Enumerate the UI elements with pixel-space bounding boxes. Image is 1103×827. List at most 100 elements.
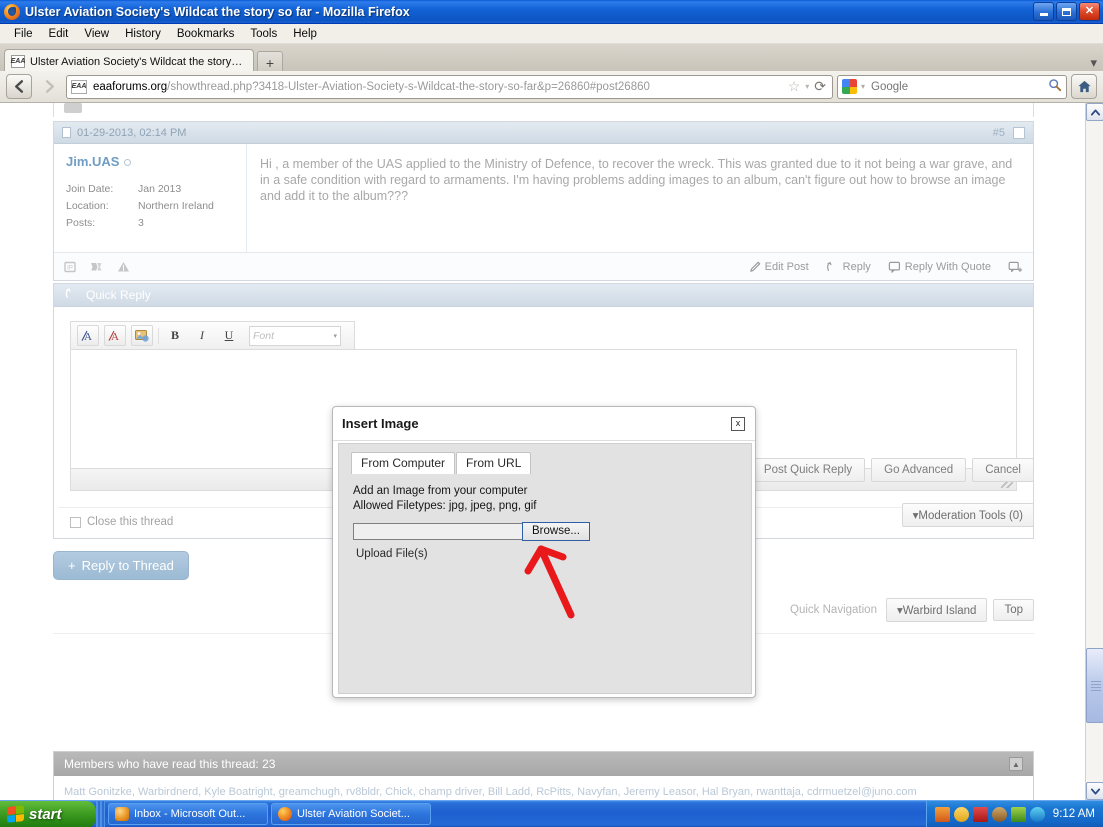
editor-toolbar: A A B I U Font ▾ xyxy=(70,321,355,349)
search-icon[interactable] xyxy=(1048,78,1062,95)
file-upload-row: Browse... xyxy=(353,521,737,541)
quick-reply-header: Quick Reply xyxy=(54,284,1033,307)
firefox-icon xyxy=(278,807,292,821)
forum-select-button[interactable]: ▾Warbird Island xyxy=(885,598,988,622)
moderation-tools-button[interactable]: ▾Moderation Tools (0) xyxy=(901,503,1034,527)
toolbar-separator xyxy=(158,327,159,344)
post-actions: Edit Post Reply Reply With Quote xyxy=(749,261,1023,273)
dialog-filetypes-line: Allowed Filetypes: jpg, jpeg, png, gif xyxy=(353,499,537,512)
menu-item-bookmarks[interactable]: Bookmarks xyxy=(169,26,243,42)
collapse-icon[interactable]: ▲ xyxy=(1009,757,1023,771)
top-button[interactable]: Top xyxy=(993,599,1034,621)
menu-item-edit[interactable]: Edit xyxy=(41,26,77,42)
bookmark-star-icon[interactable]: ☆ xyxy=(788,78,801,95)
taskbar-item-outlook[interactable]: Inbox - Microsoft Out... xyxy=(108,803,268,825)
tab-favicon-icon: EAA xyxy=(11,55,25,68)
file-path-input[interactable] xyxy=(353,522,523,540)
italic-button[interactable]: I xyxy=(191,325,213,346)
update-icon[interactable] xyxy=(953,806,969,822)
menu-item-history[interactable]: History xyxy=(117,26,169,42)
font-color-icon[interactable]: A xyxy=(104,325,126,346)
reply-button[interactable]: Reply xyxy=(826,261,871,273)
reply-with-quote-button[interactable]: Reply With Quote xyxy=(888,261,991,273)
java-icon[interactable] xyxy=(991,806,1007,822)
post-quick-reply-button[interactable]: Post Quick Reply xyxy=(750,458,866,482)
start-label: start xyxy=(29,805,62,823)
upload-files-label[interactable]: Upload File(s) xyxy=(356,548,737,560)
svg-text:IP: IP xyxy=(67,265,73,271)
url-text: eaaforums.org/showthread.php?3418-Ulster… xyxy=(93,81,782,93)
google-icon xyxy=(842,79,857,94)
multiquote-button[interactable] xyxy=(1008,261,1023,273)
font-family-value: Font xyxy=(253,329,275,342)
field-key: Posts: xyxy=(66,217,96,229)
url-bar[interactable]: EAA eaaforums.org/showthread.php?3418-Ul… xyxy=(66,74,833,99)
reload-icon[interactable]: ⟳ xyxy=(814,78,826,95)
insert-image-icon[interactable] xyxy=(131,325,153,346)
underline-button[interactable]: U xyxy=(218,325,240,346)
menu-item-help[interactable]: Help xyxy=(285,26,325,42)
taskbar-clock[interactable]: 9:12 AM xyxy=(1053,808,1095,820)
sync-icon[interactable] xyxy=(1029,806,1045,822)
window-titlebar: Ulster Aviation Society's Wildcat the st… xyxy=(0,0,1103,24)
new-tab-button[interactable]: + xyxy=(257,51,283,73)
tab-from-computer[interactable]: From Computer xyxy=(351,452,456,474)
browser-tab[interactable]: EAA Ulster Aviation Society's Wildcat th… xyxy=(4,49,254,73)
warning-icon[interactable] xyxy=(117,261,130,273)
search-bar[interactable]: ▾ xyxy=(837,74,1067,99)
font-family-select[interactable]: Font ▾ xyxy=(249,325,341,346)
browse-button[interactable]: Browse... xyxy=(522,521,590,541)
search-engine-chevron-icon[interactable]: ▾ xyxy=(861,82,865,91)
forum-post: 01-29-2013, 02:14 PM #5 Jim.UAS Join Dat… xyxy=(53,121,1034,281)
home-button[interactable] xyxy=(1071,74,1097,99)
field-value: Jan 2013 xyxy=(138,183,182,195)
taskbar-grip xyxy=(96,800,105,827)
post-number[interactable]: #5 xyxy=(993,127,1005,139)
cancel-button[interactable]: Cancel xyxy=(972,458,1034,482)
remove-formatting-icon[interactable]: A xyxy=(77,325,99,346)
back-button[interactable] xyxy=(6,74,32,99)
scrollbar-thumb[interactable] xyxy=(1086,648,1103,723)
post-footer: IP Edit Post Reply Reply With Quote xyxy=(54,252,1033,280)
close-button[interactable]: ✕ xyxy=(1079,2,1100,21)
close-icon[interactable]: x xyxy=(731,416,745,431)
menu-item-tools[interactable]: Tools xyxy=(242,26,285,42)
scroll-down-button[interactable] xyxy=(1086,782,1103,800)
edit-post-label: Edit Post xyxy=(764,260,809,273)
chevron-down-icon[interactable]: ▾ xyxy=(805,82,809,91)
go-advanced-button[interactable]: Go Advanced xyxy=(871,458,967,482)
edit-post-button[interactable]: Edit Post xyxy=(749,261,809,273)
menu-item-view[interactable]: View xyxy=(76,26,117,42)
user-field-posts: Posts: 3 xyxy=(66,217,236,229)
page-viewport: 01-29-2013, 02:14 PM #5 Jim.UAS Join Dat… xyxy=(0,103,1085,800)
taskbar-item-firefox[interactable]: Ulster Aviation Societ... xyxy=(271,803,431,825)
forward-button[interactable] xyxy=(36,74,62,99)
post-date: 01-29-2013, 02:14 PM xyxy=(77,126,187,139)
tab-from-url[interactable]: From URL xyxy=(456,452,532,474)
search-input[interactable] xyxy=(869,79,1044,94)
post-select-checkbox[interactable] xyxy=(1013,126,1025,139)
reply-arrow-icon xyxy=(64,287,78,303)
vertical-scrollbar[interactable] xyxy=(1085,103,1103,800)
start-button[interactable]: start xyxy=(0,800,96,827)
post-header: 01-29-2013, 02:14 PM #5 xyxy=(54,122,1033,144)
antivirus-icon[interactable] xyxy=(972,806,988,822)
post-author-link[interactable]: Jim.UAS xyxy=(66,154,236,169)
report-post-icon[interactable] xyxy=(90,261,103,273)
field-key: Join Date: xyxy=(66,183,114,195)
post-message-text: Hi , a member of the UAS applied to the … xyxy=(260,157,1013,203)
post-body: Jim.UAS Join Date: Jan 2013 Location: No… xyxy=(54,144,1033,252)
acrobat-icon[interactable] xyxy=(934,806,950,822)
list-all-tabs-icon[interactable]: ▾ xyxy=(1090,55,1103,71)
menu-item-file[interactable]: File xyxy=(6,26,41,42)
site-identity-icon: EAA xyxy=(71,79,87,94)
ip-icon[interactable]: IP xyxy=(64,261,76,273)
reply-to-thread-button[interactable]: + Reply to Thread xyxy=(53,551,189,580)
minimize-button[interactable] xyxy=(1033,2,1054,21)
maximize-button[interactable] xyxy=(1056,2,1077,21)
mail-icon[interactable] xyxy=(1010,806,1026,822)
dialog-body: From Computer From URL Add an Image from… xyxy=(338,443,752,694)
bold-button[interactable]: B xyxy=(164,325,186,346)
scroll-up-button[interactable] xyxy=(1086,103,1103,121)
svg-text:A: A xyxy=(111,331,119,343)
